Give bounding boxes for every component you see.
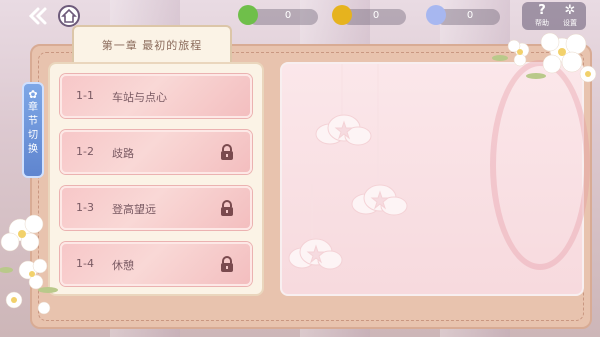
help-icon: ? xyxy=(538,3,546,18)
gear-icon: ✲ xyxy=(564,3,576,18)
chapter-switch-char: 切 xyxy=(28,130,38,141)
lock-icon xyxy=(221,256,233,272)
home-button[interactable] xyxy=(58,5,80,27)
lock-icon xyxy=(221,200,233,216)
back-arrow-icon xyxy=(28,7,47,25)
level-name: 休憩 xyxy=(112,259,134,272)
level-item-1-1[interactable]: 1-1 车站与点心 xyxy=(60,74,252,118)
chapter-title: 第一章 最初的旅程 xyxy=(101,39,203,52)
chapter-switch-char: 章 xyxy=(28,102,38,113)
home-icon xyxy=(61,8,77,23)
clover-value: 0 xyxy=(284,10,292,21)
flower-decoration xyxy=(0,214,58,315)
chapter-switch-char: 换 xyxy=(28,144,38,155)
level-number: 1-4 xyxy=(76,257,94,270)
clover-counter: 0 xyxy=(238,5,318,25)
flower-decoration xyxy=(492,32,597,83)
chapter-switch-char: 节 xyxy=(28,116,38,127)
level-name: 登高望远 xyxy=(112,203,156,216)
chapter-switch-tab[interactable]: ✿ 章 节 切 换 xyxy=(22,82,44,178)
level-name: 车站与点心 xyxy=(112,91,167,104)
coin-value: 0 xyxy=(372,10,380,21)
level-number: 1-1 xyxy=(76,89,94,102)
level-name: 歧路 xyxy=(112,147,134,160)
back-button[interactable] xyxy=(28,6,50,26)
level-number: 1-2 xyxy=(76,145,94,158)
coin-counter: 0 xyxy=(332,5,406,25)
lock-icon xyxy=(221,144,233,160)
level-number: 1-3 xyxy=(76,201,94,214)
star-icon: ✿ xyxy=(28,88,38,101)
level-item-1-4[interactable]: 1-4 休憩 xyxy=(60,242,252,286)
chapter-title-tab: 第一章 最初的旅程 xyxy=(72,25,232,63)
level-list: 1-1 车站与点心 1-2 歧路 1-3 登高望远 1-4 休憩 xyxy=(48,62,264,296)
level-item-1-2[interactable]: 1-2 歧路 xyxy=(60,130,252,174)
gem-value: 0 xyxy=(466,10,474,21)
gem-counter: 0 xyxy=(426,5,500,25)
level-item-1-3[interactable]: 1-3 登高望远 xyxy=(60,186,252,230)
clover-icon xyxy=(238,5,258,25)
